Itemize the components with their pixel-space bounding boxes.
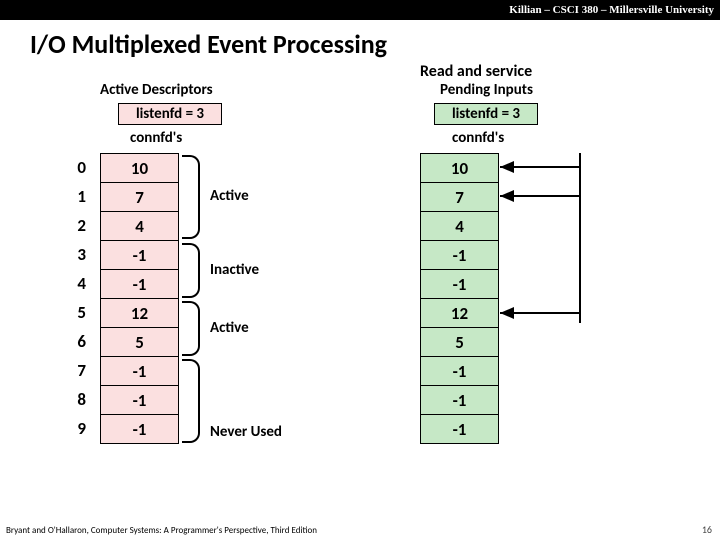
brace-active-2 [182, 301, 200, 356]
brace-inactive [182, 243, 200, 298]
connfds-label-left: connfd's [130, 129, 182, 147]
right-fd-3: -1 [421, 241, 499, 270]
left-fd-7: -1 [101, 357, 179, 386]
idx-9: 9 [70, 414, 86, 443]
listenfd-right-box: listenfd = 3 [434, 103, 538, 125]
active-descriptors-table: 10 7 4 -1 -1 12 5 -1 -1 -1 [100, 153, 179, 444]
left-fd-4: -1 [101, 270, 179, 299]
column-headers: Active Descriptors Pending Inputs listen… [0, 81, 720, 125]
right-fd-5: 12 [421, 299, 499, 328]
right-fd-0: 10 [421, 154, 499, 183]
right-fd-9: -1 [421, 415, 499, 444]
idx-2: 2 [70, 211, 86, 240]
right-fd-4: -1 [421, 270, 499, 299]
listenfd-left-box: listenfd = 3 [118, 103, 222, 125]
left-fd-6: 5 [101, 328, 179, 357]
idx-8: 8 [70, 385, 86, 414]
pending-inputs-table: 10 7 4 -1 -1 12 5 -1 -1 -1 [420, 153, 499, 444]
left-fd-8: -1 [101, 386, 179, 415]
brace-never [182, 359, 200, 443]
right-fd-2: 4 [421, 212, 499, 241]
left-fd-1: 7 [101, 183, 179, 212]
idx-7: 7 [70, 356, 86, 385]
brace-label-active-1: Active [210, 187, 249, 205]
slide-subtitle: Read and service [420, 62, 720, 81]
right-fd-1: 7 [421, 183, 499, 212]
page-number: 16 [702, 523, 712, 536]
footer-citation: Bryant and O'Hallaron, Computer Systems:… [6, 525, 317, 536]
brace-label-inactive: Inactive [210, 261, 259, 279]
left-fd-2: 4 [101, 212, 179, 241]
right-fd-8: -1 [421, 386, 499, 415]
brace-label-active-2: Active [210, 319, 249, 337]
brace-label-never: Never Used [210, 423, 282, 441]
left-fd-0: 10 [101, 154, 179, 183]
idx-5: 5 [70, 298, 86, 327]
idx-0: 0 [70, 153, 86, 182]
index-column: 0 1 2 3 4 5 6 7 8 9 [70, 153, 86, 443]
right-column-header: Pending Inputs [440, 81, 533, 99]
slide-title: I/O Multiplexed Event Processing [30, 28, 720, 60]
idx-4: 4 [70, 269, 86, 298]
left-column-header: Active Descriptors [100, 81, 213, 99]
idx-1: 1 [70, 182, 86, 211]
right-fd-6: 5 [421, 328, 499, 357]
left-fd-9: -1 [101, 415, 179, 444]
idx-3: 3 [70, 240, 86, 269]
left-fd-5: 12 [101, 299, 179, 328]
idx-6: 6 [70, 327, 86, 356]
brace-active-1 [182, 155, 200, 239]
course-header: Killian – CSCI 380 – Millersville Univer… [0, 0, 720, 20]
connfds-label-right: connfd's [452, 129, 504, 147]
left-fd-3: -1 [101, 241, 179, 270]
right-fd-7: -1 [421, 357, 499, 386]
